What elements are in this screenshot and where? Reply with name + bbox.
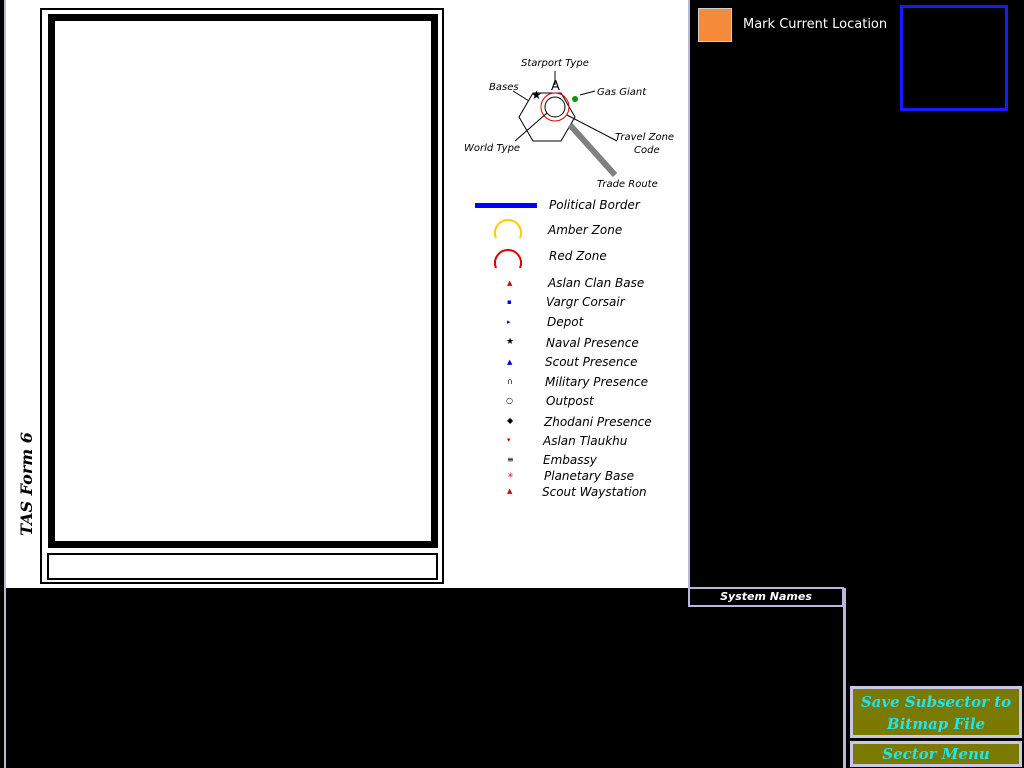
legend-red-zone: Red Zone	[549, 249, 607, 263]
gas-giant-dot	[572, 96, 578, 102]
embassy-icon: ≡	[507, 455, 514, 464]
red-zone-icon	[494, 249, 522, 268]
aslan-tlaukhu-icon: ▾	[507, 436, 511, 444]
legend-aslan-tlaukhu: Aslan Tlaukhu	[543, 434, 628, 448]
scout-presence-icon: ▲	[507, 358, 513, 366]
legend-scout-waystation: Scout Waystation	[542, 485, 647, 499]
gas-giant-label: Gas Giant	[597, 87, 647, 98]
mark-current-location-label[interactable]: Mark Current Location	[743, 17, 887, 32]
legend-aslan-clan-base: Aslan Clan Base	[548, 276, 645, 290]
legend-military-presence: Military Presence	[545, 375, 649, 389]
planetary-base-icon: ✳	[507, 471, 514, 480]
starport-type-label: Starport Type	[521, 58, 589, 69]
save-bitmap-button[interactable]: Save Subsector to Bitmap File	[850, 686, 1022, 738]
trade-route-label: Trade Route	[597, 179, 658, 190]
travel-zone-label-1: Travel Zone	[615, 132, 675, 143]
world-circle	[544, 96, 566, 118]
naval-presence-icon: ★	[506, 337, 515, 347]
military-presence-icon: ∩	[507, 377, 513, 386]
subsector-map-area[interactable]	[48, 14, 438, 548]
legend-planetary-base: Planetary Base	[544, 469, 635, 483]
subsector-name-box[interactable]	[47, 553, 438, 580]
legend-embassy: Embassy	[543, 453, 597, 467]
base-star-icon: ★	[531, 88, 542, 102]
legend-amber-zone: Amber Zone	[548, 223, 623, 237]
aslan-clan-base-icon: ▲	[507, 279, 513, 287]
legend-naval-presence: Naval Presence	[546, 336, 639, 350]
amber-zone-icon	[494, 219, 522, 239]
hex-legend-diagram	[512, 71, 618, 178]
legend-outpost: Outpost	[546, 394, 594, 408]
current-location-swatch[interactable]	[698, 8, 732, 42]
legend-vargr-corsair: Vargr Corsair	[546, 295, 625, 309]
system-names-console[interactable]	[4, 588, 846, 768]
sector-menu-button[interactable]: Sector Menu	[850, 741, 1022, 767]
legend-scout-presence: Scout Presence	[545, 355, 638, 369]
travel-zone-label-2: Code	[634, 145, 660, 156]
vargr-corsair-icon: ▪	[507, 298, 512, 306]
bases-label: Bases	[489, 82, 519, 93]
starport-letter: A	[551, 79, 560, 94]
system-names-tab[interactable]: System Names	[688, 587, 844, 607]
depot-icon: ▸	[507, 318, 511, 326]
trade-route-line	[567, 122, 618, 178]
form-label: TAS Form 6	[17, 432, 36, 536]
zhodani-presence-icon: ◆	[507, 416, 514, 425]
legend-zhodani-presence: Zhodani Presence	[544, 415, 652, 429]
world-type-label: World Type	[464, 143, 521, 154]
scout-waystation-icon: ▲	[507, 487, 513, 495]
political-border-swatch	[475, 203, 537, 208]
sector-minimap[interactable]	[900, 5, 1008, 111]
legend-political-border: Political Border	[549, 198, 640, 212]
outpost-icon: ○	[506, 396, 513, 405]
legend-depot: Depot	[547, 315, 584, 329]
